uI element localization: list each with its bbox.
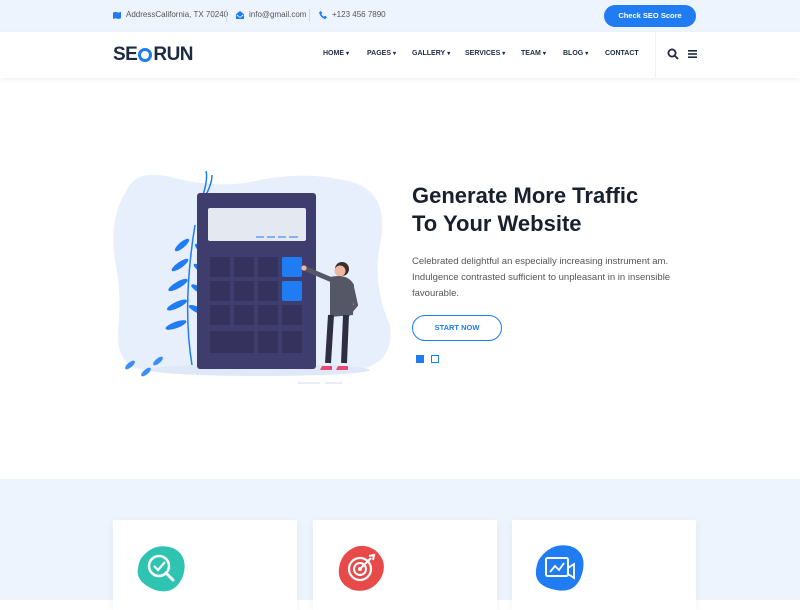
map-icon [113, 11, 121, 19]
address-info: AddressCalifornia, TX 70240 [113, 10, 228, 19]
chevron-down-icon: ▾ [585, 51, 589, 57]
service-card[interactable] [512, 520, 696, 610]
hero-description: Celebrated delightful an especially incr… [412, 256, 671, 299]
nav-home[interactable]: HOME ▾ [323, 50, 349, 57]
marketing-icon [535, 545, 584, 591]
logo-ring-icon [138, 48, 153, 62]
nav-blog[interactable]: BLOG ▾ [563, 50, 588, 57]
target-icon [338, 545, 384, 591]
chevron-down-icon: ▾ [447, 51, 451, 57]
nav-contact-label: CONTACT [605, 50, 639, 57]
logo[interactable]: SE RUN [113, 44, 194, 66]
service-card[interactable] [113, 520, 297, 610]
hamburger-menu-icon[interactable] [688, 49, 697, 59]
chevron-down-icon: ▾ [346, 51, 350, 57]
divider [226, 9, 227, 22]
search-icon[interactable] [667, 48, 679, 60]
slider-dot-active[interactable] [416, 355, 424, 363]
divider [309, 9, 310, 22]
email-text[interactable]: info@gmail.com [249, 10, 306, 19]
hero-title: Generate More Traffic To Your Website [412, 182, 712, 238]
nav-services-label: SERVICES [465, 50, 501, 57]
nav-pages[interactable]: PAGES ▾ [367, 50, 396, 57]
nav-team[interactable]: TEAM ▾ [521, 50, 546, 57]
logo-text-right: RUN [153, 44, 194, 65]
divider [655, 32, 656, 78]
nav-home-label: HOME [323, 50, 344, 57]
nav-team-label: TEAM [521, 50, 541, 57]
envelope-icon [236, 10, 244, 19]
check-seo-score-button[interactable]: Check SEO Score [604, 5, 696, 27]
phone-icon [319, 10, 327, 19]
address-text: AddressCalifornia, TX 70240 [126, 10, 229, 19]
email-info[interactable]: info@gmail.com [236, 10, 306, 19]
nav-gallery-label: GALLERY [412, 50, 446, 57]
hero-title-line1: Generate More Traffic [412, 183, 639, 208]
calculator-illustration [113, 170, 391, 384]
seo-analysis-icon [137, 546, 185, 592]
nav-pages-label: PAGES [367, 50, 391, 57]
service-card[interactable] [313, 520, 497, 610]
slider-dot[interactable] [431, 355, 439, 363]
phone-text[interactable]: +123 456 7890 [332, 10, 386, 19]
nav-blog-label: BLOG [563, 50, 584, 57]
nav-contact[interactable]: CONTACT [605, 50, 639, 57]
phone-info[interactable]: +123 456 7890 [319, 10, 386, 19]
chevron-down-icon: ▾ [502, 51, 506, 57]
hero-title-line2: To Your Website [412, 211, 582, 236]
nav-gallery[interactable]: GALLERY ▾ [412, 50, 450, 57]
top-info-bar: AddressCalifornia, TX 70240 info@gmail.c… [0, 0, 800, 32]
start-now-button[interactable]: START NOW [412, 315, 502, 341]
chevron-down-icon: ▾ [393, 51, 397, 57]
logo-text-left: SE [113, 44, 138, 65]
chevron-down-icon: ▾ [542, 51, 546, 57]
nav-services[interactable]: SERVICES ▾ [465, 50, 505, 57]
